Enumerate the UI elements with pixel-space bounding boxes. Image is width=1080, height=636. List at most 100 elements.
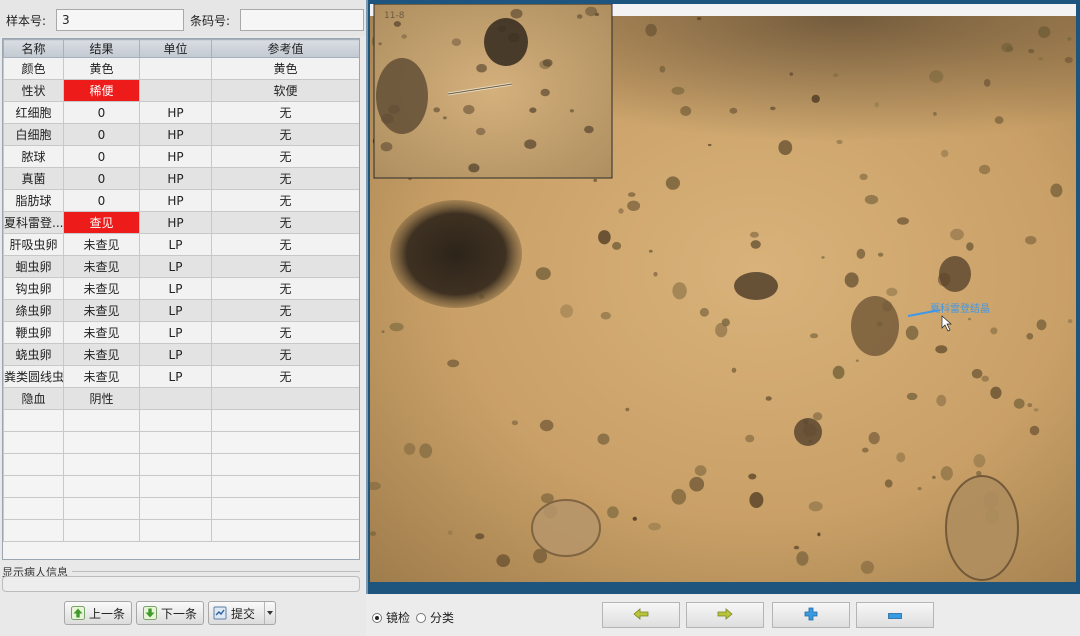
debris-particle: [1025, 235, 1037, 245]
debris-particle: [665, 176, 680, 190]
prev-record-button[interactable]: 上一条: [64, 601, 132, 625]
cell-name: 隐血: [3, 387, 64, 410]
debris-particle: [1028, 49, 1035, 54]
table-row[interactable]: 绦虫卵 未查见 LP 无: [3, 299, 359, 322]
debris-particle: [971, 368, 983, 379]
cell-result[interactable]: 阴性: [63, 387, 140, 410]
debris-particle: [598, 230, 611, 245]
table-row[interactable]: 脂肪球 0 HP 无: [3, 189, 359, 212]
debris-particle: [749, 231, 759, 238]
table-row[interactable]: 颜色 黄色 黄色: [3, 57, 359, 80]
debris-particle: [1026, 333, 1034, 340]
arrow-down-icon: [142, 606, 157, 620]
cell-unit: HP: [139, 123, 212, 146]
column-header-reference[interactable]: 参考值: [211, 39, 359, 58]
table-row[interactable]: 蛲虫卵 未查见 LP 无: [3, 343, 359, 366]
cell-result[interactable]: 稀便: [63, 79, 140, 102]
table-row[interactable]: 肝吸虫卵 未查见 LP 无: [3, 233, 359, 256]
cell-result[interactable]: 0: [63, 167, 140, 190]
debris-particle: [694, 465, 707, 476]
table-row[interactable]: 白细胞 0 HP 无: [3, 123, 359, 146]
previous-image-button[interactable]: [602, 602, 680, 628]
cell-unit: LP: [139, 365, 212, 388]
table-row[interactable]: 鞭虫卵 未查见 LP 无: [3, 321, 359, 344]
cell-result[interactable]: 未查见: [63, 277, 140, 300]
cell-result[interactable]: 未查见: [63, 255, 140, 278]
zoom-in-button[interactable]: [772, 602, 850, 628]
crystal-annotation-label[interactable]: 夏科雷登结晶: [930, 302, 990, 315]
table-row[interactable]: 夏科雷登... 查见 HP 无: [3, 211, 359, 234]
debris-particle: [817, 532, 821, 537]
barcode-field[interactable]: [240, 9, 364, 31]
submit-document-icon: [213, 606, 227, 620]
microscope-image-panel[interactable]: 夏科雷登结晶 11-8: [370, 4, 1076, 582]
table-row[interactable]: 蛔虫卵 未查见 LP 无: [3, 255, 359, 278]
next-record-label: 下一条: [160, 606, 197, 621]
magnified-inset[interactable]: 11-8: [373, 4, 613, 179]
table-row[interactable]: 红细胞 0 HP 无: [3, 101, 359, 124]
debris-particle: [689, 476, 705, 492]
cell-name: 绦虫卵: [3, 299, 64, 322]
next-record-button[interactable]: 下一条: [136, 601, 204, 625]
dark-debris-region: [610, 16, 1076, 156]
column-header-unit[interactable]: 单位: [139, 39, 212, 58]
cell-result[interactable]: 0: [63, 189, 140, 212]
debris-particle: [811, 94, 820, 103]
debris-particle: [884, 479, 893, 488]
cell-unit: LP: [139, 277, 212, 300]
cell-result[interactable]: 未查见: [63, 365, 140, 388]
cell-result[interactable]: 0: [63, 101, 140, 124]
table-row[interactable]: 隐血 阴性: [3, 387, 359, 410]
cell-result[interactable]: 查见: [63, 211, 140, 234]
cell-cluster: [939, 256, 971, 292]
debris-particle: [932, 475, 936, 479]
cell-name: 蛔虫卵: [3, 255, 64, 278]
sample-number-label: 样本号:: [6, 14, 47, 28]
cell-reference: 无: [211, 343, 359, 366]
table-row[interactable]: 脓球 0 HP 无: [3, 145, 359, 168]
result-panel: 样本号: 3 条码号: 名称 结果 单位 参考值 颜色 黄色 黄色 性状 稀便 …: [0, 0, 368, 636]
cell-name: 蛲虫卵: [3, 343, 64, 366]
debris-particle: [419, 443, 433, 459]
debris-particle: [1038, 26, 1051, 38]
cell-result[interactable]: 未查见: [63, 321, 140, 344]
cell-result[interactable]: 0: [63, 123, 140, 146]
cell-result[interactable]: 未查见: [63, 233, 140, 256]
cell-result[interactable]: 0: [63, 145, 140, 168]
debris-particle: [618, 208, 624, 214]
zoom-out-button[interactable]: [856, 602, 934, 628]
inset-debris-particle: [576, 14, 583, 19]
table-row[interactable]: 性状 稀便 软便: [3, 79, 359, 102]
sample-number-field[interactable]: 3: [56, 9, 184, 31]
table-row[interactable]: 真菌 0 HP 无: [3, 167, 359, 190]
inset-debris-particle: [510, 8, 523, 19]
mode-classification-radio[interactable]: 分类: [416, 609, 454, 626]
cell-result[interactable]: 未查见: [63, 299, 140, 322]
debris-particle: [707, 143, 712, 147]
column-header-name[interactable]: 名称: [3, 39, 64, 58]
debris-particle: [905, 325, 919, 340]
submit-button[interactable]: 提交: [208, 601, 276, 625]
table-row[interactable]: 钩虫卵 未查见 LP 无: [3, 277, 359, 300]
debris-particle: [940, 466, 953, 481]
next-image-button[interactable]: [686, 602, 764, 628]
cell-unit: HP: [139, 167, 212, 190]
cell-result[interactable]: 未查见: [63, 343, 140, 366]
column-header-result[interactable]: 结果: [63, 39, 140, 58]
debris-particle: [856, 248, 866, 259]
submit-dropdown-chevron-icon[interactable]: [264, 602, 275, 624]
cell-unit: HP: [139, 145, 212, 168]
patient-info-box[interactable]: [2, 576, 360, 592]
record-navigation: 上一条 下一条 提交: [0, 594, 366, 634]
cell-reference: 无: [211, 255, 359, 278]
app-window: 样本号: 3 条码号: 名称 结果 单位 参考值 颜色 黄色 黄色 性状 稀便 …: [0, 0, 1080, 636]
microscope-image[interactable]: 夏科雷登结晶 11-8: [370, 4, 1076, 582]
debris-particle: [729, 107, 738, 114]
inset-debris-particle: [393, 21, 401, 27]
mode-microscopy-radio[interactable]: 镜检: [372, 609, 410, 626]
cell-result[interactable]: 黄色: [63, 57, 140, 80]
debris-particle: [874, 102, 880, 108]
table-row[interactable]: 粪类圆线虫 未查见 LP 无: [3, 365, 359, 388]
vegetable-cell: [531, 499, 601, 557]
debris-particle: [632, 516, 637, 521]
